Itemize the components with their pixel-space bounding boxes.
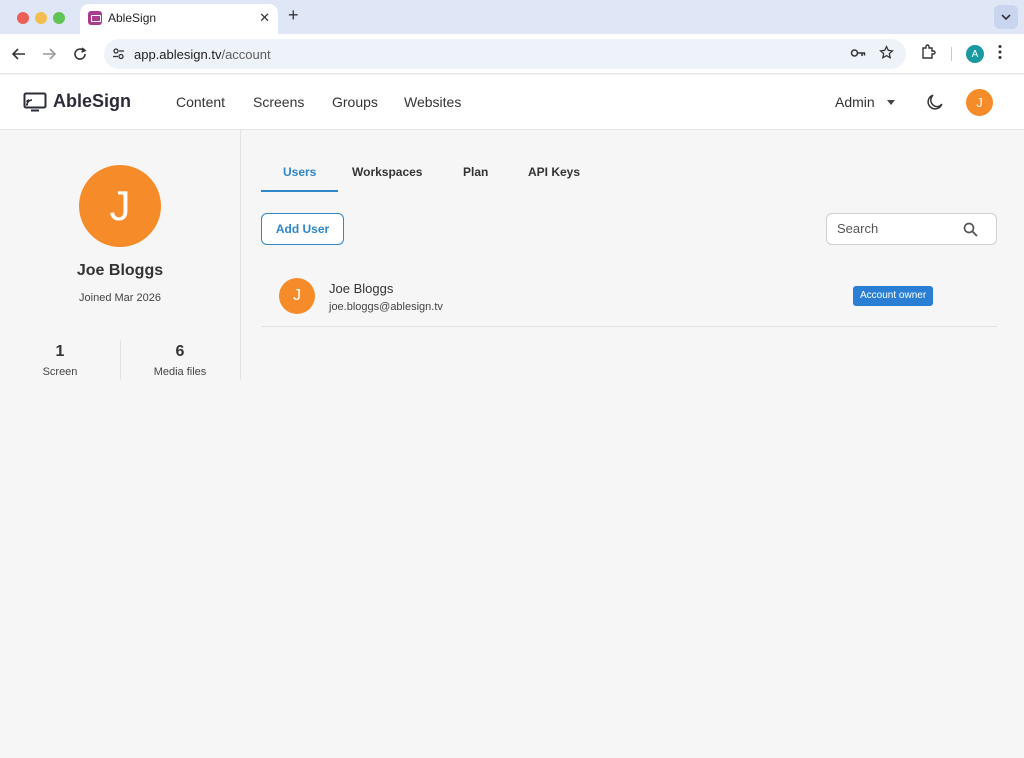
user-email: joe.bloggs@ablesign.tv (329, 301, 443, 313)
stat-value: 1 (55, 343, 65, 360)
menu-kebab-icon[interactable] (998, 44, 1002, 65)
user-name: Joe Bloggs (329, 281, 394, 296)
caret-down-icon (886, 99, 895, 105)
account-owner-badge: Account owner (853, 286, 934, 306)
nav-screens[interactable]: Screens (253, 94, 304, 110)
add-user-button[interactable]: Add User (261, 213, 344, 245)
dark-mode-moon-icon[interactable] (926, 93, 944, 116)
url-path: /account (221, 47, 271, 62)
tab-users[interactable]: Users (283, 165, 316, 179)
user-row-avatar: J (279, 278, 315, 314)
stat-label: Media files (153, 366, 207, 378)
close-tab-icon[interactable]: ✕ (259, 10, 270, 26)
search-input[interactable] (837, 221, 957, 236)
stat-label: Screen (42, 366, 78, 378)
url-text: app.ablesign.tv/account (134, 47, 271, 62)
app-header: AbleSign Content Screens Groups Websites… (0, 75, 1024, 130)
stat-media-files: 6 Media files (120, 343, 240, 378)
new-tab-icon[interactable]: + (288, 5, 299, 26)
joined-date: Joined Mar 2026 (79, 292, 161, 304)
browser-tab[interactable]: AbleSign ✕ (80, 4, 278, 34)
close-window-button[interactable] (17, 12, 29, 24)
site-settings-icon[interactable] (112, 47, 125, 65)
browser-titlebar: AbleSign ✕ + (0, 0, 1024, 34)
tab-plan[interactable]: Plan (463, 165, 488, 179)
panel-divider (240, 130, 241, 380)
reload-icon[interactable] (70, 44, 90, 64)
extensions-icon[interactable] (920, 44, 936, 65)
logo-text: AbleSign (53, 91, 132, 111)
maximize-window-button[interactable] (53, 12, 65, 24)
ablesign-logo[interactable]: AbleSign (23, 91, 131, 112)
address-bar[interactable]: app.ablesign.tv/account (104, 39, 906, 69)
stat-screens: 1 Screen (0, 343, 120, 378)
browser-profile-avatar[interactable]: A (966, 45, 984, 63)
active-tab-indicator (261, 190, 338, 192)
toolbar-divider (951, 47, 952, 61)
back-icon[interactable] (9, 44, 29, 64)
cast-screen-icon (23, 92, 47, 111)
password-key-icon[interactable] (850, 46, 866, 65)
tab-workspaces[interactable]: Workspaces (352, 165, 422, 179)
user-row[interactable]: J Joe Bloggs joe.bloggs@ablesign.tv Acco… (261, 268, 997, 327)
forward-icon[interactable] (39, 44, 59, 64)
nav-content[interactable]: Content (176, 94, 225, 110)
minimize-window-button[interactable] (35, 12, 47, 24)
tab-search-chevron-icon[interactable] (994, 5, 1018, 29)
bookmark-star-icon[interactable] (879, 45, 894, 65)
url-host: app.ablesign.tv (134, 47, 222, 62)
stat-value: 6 (175, 343, 185, 360)
admin-dropdown[interactable]: Admin (835, 94, 895, 110)
admin-label: Admin (835, 94, 875, 110)
search-box (826, 213, 997, 245)
profile-avatar: J (79, 165, 161, 247)
search-icon[interactable] (963, 222, 978, 242)
nav-groups[interactable]: Groups (332, 94, 378, 110)
nav-websites[interactable]: Websites (404, 94, 461, 110)
user-avatar[interactable]: J (966, 89, 993, 116)
profile-name: Joe Bloggs (76, 262, 164, 279)
tab-api-keys[interactable]: API Keys (528, 165, 580, 179)
tab-title: AbleSign (108, 11, 157, 25)
browser-toolbar: app.ablesign.tv/account A (0, 34, 1024, 74)
ablesign-favicon-icon (88, 11, 102, 25)
